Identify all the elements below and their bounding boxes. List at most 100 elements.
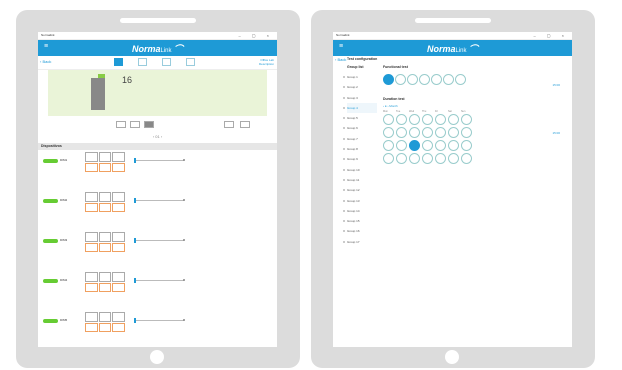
scene-button[interactable] bbox=[85, 312, 98, 322]
tool-button-home[interactable] bbox=[114, 58, 123, 66]
calendar-day[interactable] bbox=[409, 153, 420, 164]
calendar-day[interactable] bbox=[422, 127, 433, 138]
window-controls[interactable]: – ▢ × bbox=[533, 32, 569, 39]
option-circle[interactable] bbox=[407, 74, 418, 85]
group-item[interactable]: Group 14 bbox=[343, 206, 377, 216]
minus-button[interactable] bbox=[224, 121, 234, 128]
level-slider[interactable] bbox=[134, 198, 185, 203]
calendar-day[interactable] bbox=[448, 153, 459, 164]
scene-button[interactable] bbox=[112, 282, 125, 292]
level-slider[interactable] bbox=[134, 158, 185, 163]
option-circle[interactable] bbox=[455, 74, 466, 85]
calendar-day[interactable] bbox=[422, 114, 433, 125]
scene-button[interactable] bbox=[98, 232, 112, 242]
calendar-day[interactable] bbox=[461, 114, 472, 125]
scene-button[interactable] bbox=[112, 152, 125, 162]
group-item[interactable]: Group 17 bbox=[343, 237, 377, 247]
status-toggle[interactable] bbox=[43, 199, 58, 203]
scene-button[interactable] bbox=[85, 232, 98, 242]
home-button[interactable] bbox=[445, 350, 459, 364]
group-item[interactable]: Group 4 bbox=[343, 102, 377, 114]
slider-knob[interactable] bbox=[134, 158, 136, 163]
plus-button[interactable] bbox=[240, 121, 250, 128]
group-item[interactable]: Group 5 bbox=[343, 113, 377, 123]
scene-button[interactable] bbox=[85, 202, 98, 212]
status-toggle[interactable] bbox=[43, 279, 58, 283]
calendar-day[interactable] bbox=[461, 127, 472, 138]
calendar-day[interactable] bbox=[422, 153, 433, 164]
scene-button[interactable] bbox=[98, 312, 112, 322]
slider-knob[interactable] bbox=[134, 198, 136, 203]
group-item[interactable]: Group 12 bbox=[343, 185, 377, 195]
scene-button[interactable] bbox=[112, 232, 125, 242]
status-toggle[interactable] bbox=[43, 159, 58, 163]
calendar-day[interactable] bbox=[383, 114, 394, 125]
scene-button[interactable] bbox=[112, 322, 125, 332]
status-toggle[interactable] bbox=[43, 239, 58, 243]
scene-button[interactable] bbox=[85, 242, 98, 252]
scene-button[interactable] bbox=[98, 192, 112, 202]
calendar-day[interactable] bbox=[383, 140, 394, 151]
scene-button[interactable] bbox=[98, 152, 112, 162]
group-item[interactable]: Group 8 bbox=[343, 144, 377, 154]
window-controls[interactable]: – ▢ × bbox=[238, 32, 274, 39]
back-link[interactable]: ‹ Back bbox=[40, 59, 51, 64]
group-item[interactable]: Group 7 bbox=[343, 134, 377, 144]
scene-button[interactable] bbox=[112, 192, 125, 202]
group-item[interactable]: Group 9 bbox=[343, 154, 377, 164]
group-item[interactable]: Group 16 bbox=[343, 226, 377, 236]
calendar-day[interactable] bbox=[435, 114, 446, 125]
scene-button[interactable] bbox=[85, 152, 98, 162]
group-item[interactable]: Group 11 bbox=[343, 175, 377, 185]
level-slider[interactable] bbox=[134, 278, 185, 283]
status-toggle[interactable] bbox=[43, 319, 58, 323]
scene-button[interactable] bbox=[98, 322, 112, 332]
slider-knob[interactable] bbox=[134, 318, 136, 323]
scene-button[interactable] bbox=[85, 322, 98, 332]
scene-button[interactable] bbox=[98, 202, 112, 212]
scene-button[interactable] bbox=[85, 192, 98, 202]
calendar-day[interactable] bbox=[435, 127, 446, 138]
calendar-day[interactable] bbox=[409, 140, 420, 151]
month-navigator[interactable]: ‹ ● › Month bbox=[383, 104, 572, 108]
scene-button[interactable] bbox=[98, 282, 112, 292]
group-item[interactable]: Group 15 bbox=[343, 216, 377, 226]
calendar-day[interactable] bbox=[409, 114, 420, 125]
group-item[interactable]: Group 3 bbox=[343, 93, 377, 103]
option-circle[interactable] bbox=[419, 74, 430, 85]
scene-button[interactable] bbox=[98, 162, 112, 172]
group-item[interactable]: Group 6 bbox=[343, 123, 377, 133]
group-item[interactable]: Group 1 bbox=[343, 72, 377, 82]
calendar-day[interactable] bbox=[448, 114, 459, 125]
calendar-day[interactable] bbox=[396, 114, 407, 125]
group-item[interactable]: Group 10 bbox=[343, 165, 377, 175]
calendar-day[interactable] bbox=[409, 127, 420, 138]
scene-button[interactable] bbox=[98, 272, 112, 282]
level-slider[interactable] bbox=[134, 238, 185, 243]
level-slider[interactable] bbox=[134, 318, 185, 323]
calendar-day[interactable] bbox=[448, 140, 459, 151]
scene-button[interactable] bbox=[85, 162, 98, 172]
mode-button-3[interactable] bbox=[144, 121, 154, 128]
mode-button-1[interactable] bbox=[116, 121, 126, 128]
pager[interactable]: ‹ 01 › bbox=[38, 134, 277, 143]
back-link[interactable]: ‹ Back bbox=[335, 57, 346, 62]
calendar-day[interactable] bbox=[396, 127, 407, 138]
slider-knob[interactable] bbox=[134, 238, 136, 243]
group-item[interactable]: Group 13 bbox=[343, 196, 377, 206]
calendar-day[interactable] bbox=[422, 140, 433, 151]
home-button[interactable] bbox=[150, 350, 164, 364]
calendar-day[interactable] bbox=[396, 140, 407, 151]
calendar-day[interactable] bbox=[461, 153, 472, 164]
calendar-day[interactable] bbox=[435, 153, 446, 164]
mode-button-2[interactable] bbox=[130, 121, 140, 128]
scene-button[interactable] bbox=[85, 272, 98, 282]
option-circle[interactable] bbox=[383, 74, 394, 85]
scene-button[interactable] bbox=[112, 272, 125, 282]
tool-button-2[interactable] bbox=[138, 58, 147, 66]
group-item[interactable]: Group 2 bbox=[343, 82, 377, 92]
search-icon[interactable] bbox=[162, 58, 171, 66]
scene-button[interactable] bbox=[112, 162, 125, 172]
calendar-day[interactable] bbox=[448, 127, 459, 138]
scene-button[interactable] bbox=[98, 242, 112, 252]
